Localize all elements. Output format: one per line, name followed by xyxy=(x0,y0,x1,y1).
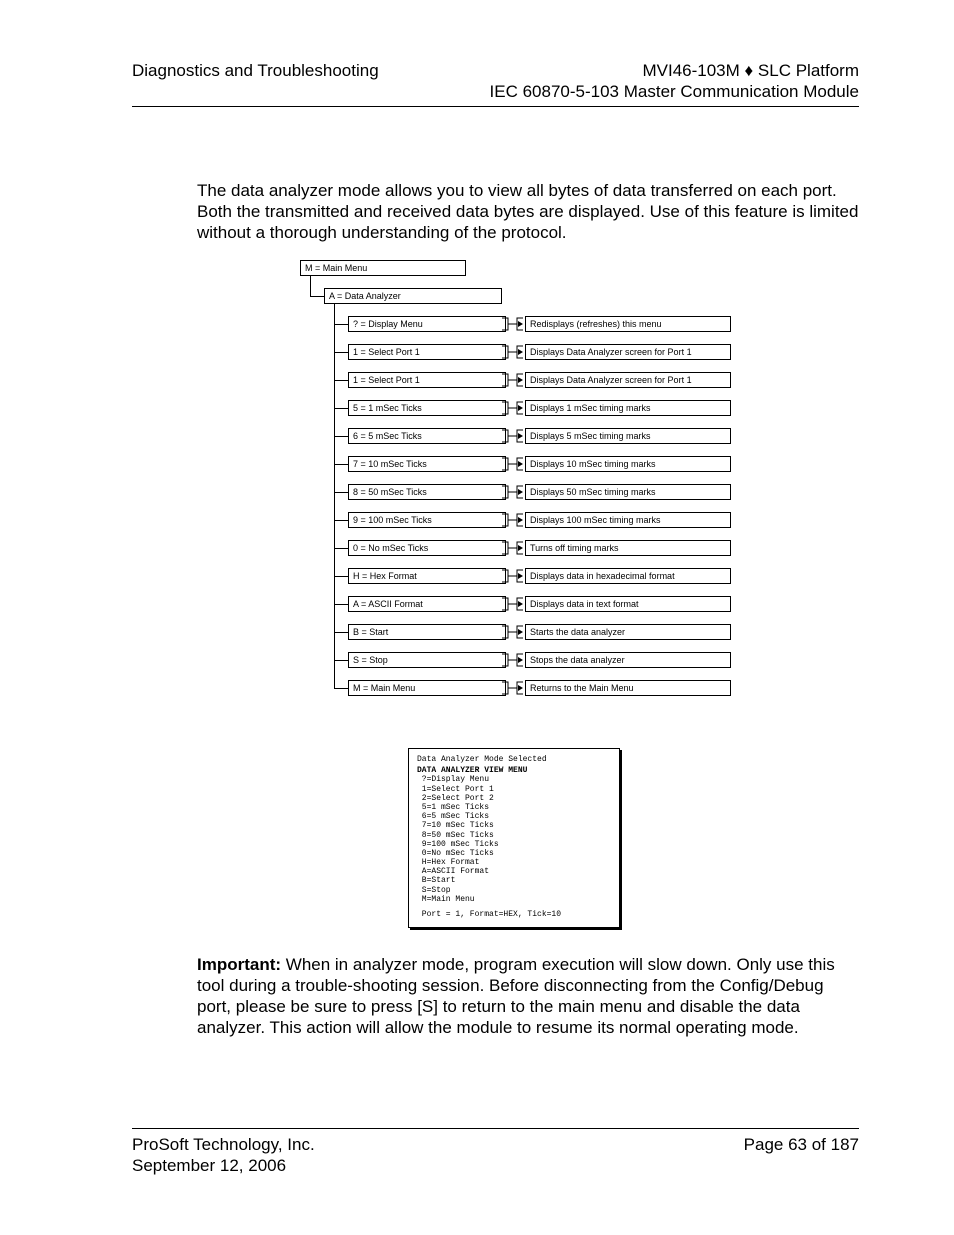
diagram-desc: Displays Data Analyzer screen for Port 1 xyxy=(525,344,731,360)
diagram-cmd: H = Hex Format xyxy=(348,568,506,584)
terminal-line: 9=100 mSec Ticks xyxy=(417,840,611,849)
connector-icon xyxy=(500,482,525,502)
important-paragraph: Important: When in analyzer mode, progra… xyxy=(197,954,859,1038)
diagram-cmd: 6 = 5 mSec Ticks xyxy=(348,428,506,444)
terminal-line: A=ASCII Format xyxy=(417,867,611,876)
header-left: Diagnostics and Troubleshooting xyxy=(132,60,379,103)
footer-left-line2: September 12, 2006 xyxy=(132,1155,315,1176)
connector-icon xyxy=(500,454,525,474)
diagram-cmd: A = ASCII Format xyxy=(348,596,506,612)
diagram-desc: Turns off timing marks xyxy=(525,540,731,556)
terminal-line: 6=5 mSec Ticks xyxy=(417,812,611,821)
page-header: Diagnostics and Troubleshooting MVI46-10… xyxy=(132,60,859,103)
terminal-line: 8=50 mSec Ticks xyxy=(417,831,611,840)
terminal-line: B=Start xyxy=(417,876,611,885)
connector-icon xyxy=(500,370,525,390)
footer-left: ProSoft Technology, Inc. September 12, 2… xyxy=(132,1134,315,1177)
terminal-line: 7=10 mSec Ticks xyxy=(417,821,611,830)
diagram-desc: Displays 100 mSec timing marks xyxy=(525,512,731,528)
terminal-line: 5=1 mSec Ticks xyxy=(417,803,611,812)
diagram-root: M = Main Menu xyxy=(300,260,466,276)
footer-left-line1: ProSoft Technology, Inc. xyxy=(132,1134,315,1155)
connector-icon xyxy=(500,650,525,670)
diagram-desc: Displays 10 mSec timing marks xyxy=(525,456,731,472)
intro-paragraph: The data analyzer mode allows you to vie… xyxy=(197,180,859,243)
footer-right: Page 63 of 187 xyxy=(744,1134,859,1177)
connector-icon xyxy=(500,342,525,362)
terminal-heading: DATA ANALYZER VIEW MENU xyxy=(417,766,611,775)
diagram-cmd: 9 = 100 mSec Ticks xyxy=(348,512,506,528)
diagram-cmd: S = Stop xyxy=(348,652,506,668)
terminal-line: M=Main Menu xyxy=(417,895,611,904)
diagram-cmd: 0 = No mSec Ticks xyxy=(348,540,506,556)
terminal-footer: Port = 1, Format=HEX, Tick=10 xyxy=(417,910,611,919)
diagram-desc: Starts the data analyzer xyxy=(525,624,731,640)
connector-icon xyxy=(500,314,525,334)
connector-icon xyxy=(500,678,525,698)
header-rule xyxy=(132,106,859,107)
diagram-desc: Displays data in hexadecimal format xyxy=(525,568,731,584)
connector-icon xyxy=(500,398,525,418)
diagram-desc: Stops the data analyzer xyxy=(525,652,731,668)
header-right-line1: MVI46-103M ♦ SLC Platform xyxy=(490,60,859,81)
terminal-line: S=Stop xyxy=(417,886,611,895)
connector-icon xyxy=(500,594,525,614)
terminal-title: Data Analyzer Mode Selected xyxy=(417,755,611,764)
terminal-line: 1=Select Port 1 xyxy=(417,785,611,794)
connector-icon xyxy=(500,538,525,558)
diagram-cmd: 1 = Select Port 1 xyxy=(348,344,506,360)
terminal-line: 0=No mSec Ticks xyxy=(417,849,611,858)
terminal-line: 2=Select Port 2 xyxy=(417,794,611,803)
terminal-screenshot: Data Analyzer Mode Selected DATA ANALYZER… xyxy=(408,748,620,928)
header-right-line2: IEC 60870-5-103 Master Communication Mod… xyxy=(490,81,859,102)
important-label: Important: xyxy=(197,955,281,974)
diagram-desc: Displays 1 mSec timing marks xyxy=(525,400,731,416)
diagram-cmd: 8 = 50 mSec Ticks xyxy=(348,484,506,500)
diagram-cmd: 5 = 1 mSec Ticks xyxy=(348,400,506,416)
connector-icon xyxy=(500,510,525,530)
header-right: MVI46-103M ♦ SLC Platform IEC 60870-5-10… xyxy=(490,60,859,103)
diagram-desc: Displays 50 mSec timing marks xyxy=(525,484,731,500)
diagram-desc: Redisplays (refreshes) this menu xyxy=(525,316,731,332)
footer-rule xyxy=(132,1128,859,1129)
diagram-desc: Returns to the Main Menu xyxy=(525,680,731,696)
diagram-desc: Displays Data Analyzer screen for Port 1 xyxy=(525,372,731,388)
connector-icon xyxy=(500,566,525,586)
diagram-sub: A = Data Analyzer xyxy=(324,288,502,304)
page-footer: ProSoft Technology, Inc. September 12, 2… xyxy=(132,1134,859,1177)
connector-icon xyxy=(500,426,525,446)
diagram-cmd: ? = Display Menu xyxy=(348,316,506,332)
diagram-desc: Displays 5 mSec timing marks xyxy=(525,428,731,444)
diagram-cmd: B = Start xyxy=(348,624,506,640)
connector-icon xyxy=(500,622,525,642)
diagram-cmd: M = Main Menu xyxy=(348,680,506,696)
terminal-line: H=Hex Format xyxy=(417,858,611,867)
diagram-cmd: 7 = 10 mSec Ticks xyxy=(348,456,506,472)
diagram-desc: Displays data in text format xyxy=(525,596,731,612)
diagram-cmd: 1 = Select Port 1 xyxy=(348,372,506,388)
terminal-line: ?=Display Menu xyxy=(417,775,611,784)
important-key: [S] xyxy=(417,997,438,1016)
